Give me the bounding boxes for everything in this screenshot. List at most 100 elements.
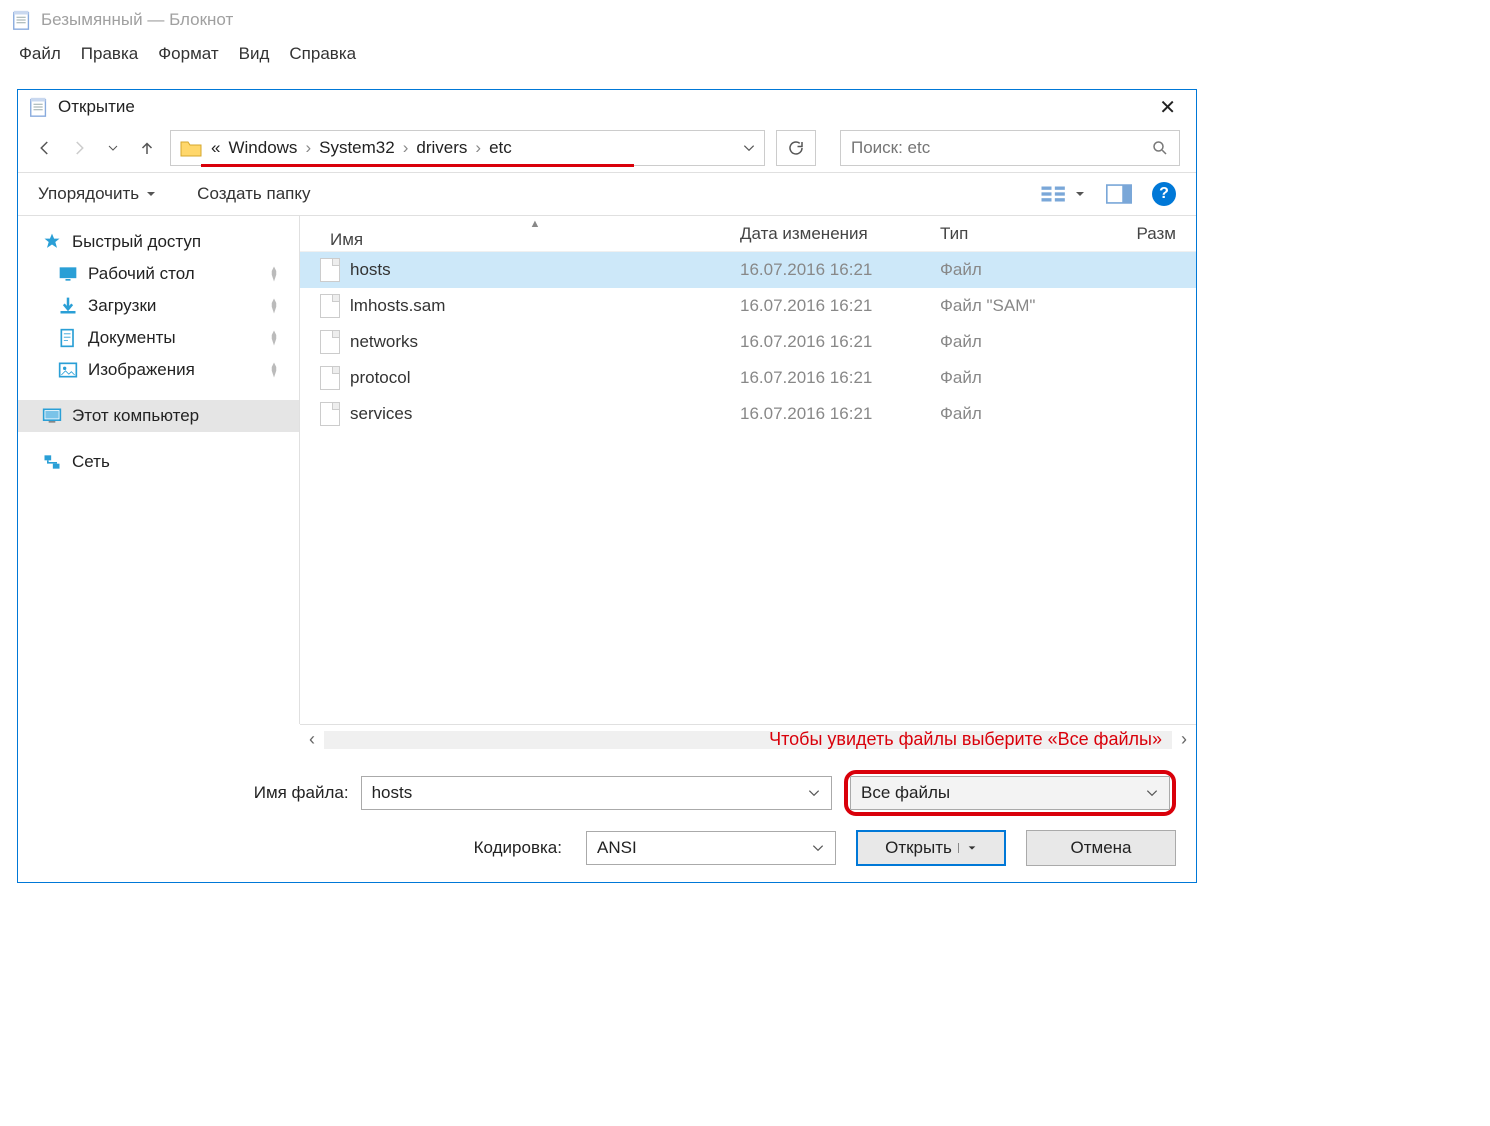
breadcrumb-part-0[interactable]: Windows — [228, 138, 297, 158]
pin-icon — [265, 297, 283, 315]
file-icon — [320, 402, 340, 426]
search-box[interactable] — [840, 130, 1180, 166]
encoding-label: Кодировка: — [474, 838, 562, 858]
notepad-window: Безымянный — Блокнот Файл Правка Формат … — [0, 0, 1200, 880]
column-date[interactable]: Дата изменения — [740, 224, 940, 244]
breadcrumb-sep: › — [403, 138, 409, 158]
breadcrumb-part-2[interactable]: drivers — [416, 138, 467, 158]
file-row[interactable]: services 16.07.2016 16:21 Файл — [300, 396, 1196, 432]
search-input[interactable] — [851, 138, 1151, 158]
filetype-combo[interactable]: Все файлы — [850, 776, 1170, 810]
sidebar: Быстрый доступ Рабочий стол Загрузки Док… — [18, 216, 300, 724]
pin-icon — [265, 329, 283, 347]
notepad-icon — [11, 9, 33, 31]
filetype-value: Все файлы — [861, 783, 950, 803]
column-type[interactable]: Тип — [940, 224, 1120, 244]
sidebar-item-documents[interactable]: Документы — [18, 322, 299, 354]
nav-up-button[interactable] — [136, 137, 158, 159]
menu-view[interactable]: Вид — [239, 44, 270, 64]
file-icon — [320, 294, 340, 318]
nav-recent-dropdown[interactable] — [102, 137, 124, 159]
breadcrumb-part-3[interactable]: etc — [489, 138, 512, 158]
sidebar-item-pictures[interactable]: Изображения — [18, 354, 299, 386]
dialog-body: Быстрый доступ Рабочий стол Загрузки Док… — [18, 216, 1196, 724]
file-row[interactable]: networks 16.07.2016 16:21 Файл — [300, 324, 1196, 360]
open-button[interactable]: Открыть — [856, 830, 1006, 866]
chevron-down-icon — [807, 786, 821, 800]
filename-value: hosts — [372, 783, 413, 803]
open-file-dialog: Открытие ✕ « Windows › System32 — [17, 89, 1197, 883]
menu-help[interactable]: Справка — [289, 44, 356, 64]
notepad-menubar: Файл Правка Формат Вид Справка — [1, 39, 1199, 69]
scroll-right-button[interactable]: › — [1172, 729, 1196, 750]
file-row[interactable]: hosts 16.07.2016 16:21 Файл — [300, 252, 1196, 288]
column-size[interactable]: Разм — [1120, 224, 1196, 244]
columns-header: ▲ Имя Дата изменения Тип Разм — [300, 216, 1196, 252]
file-list-area: ▲ Имя Дата изменения Тип Разм hosts 16.0… — [300, 216, 1196, 724]
nav-forward-button[interactable] — [68, 137, 90, 159]
menu-edit[interactable]: Правка — [81, 44, 138, 64]
pin-icon — [265, 265, 283, 283]
sidebar-item-desktop[interactable]: Рабочий стол — [18, 258, 299, 290]
horizontal-scrollbar[interactable]: ‹ Чтобы увидеть файлы выберите «Все файл… — [300, 724, 1196, 754]
pin-icon — [265, 361, 283, 379]
sidebar-network[interactable]: Сеть — [18, 446, 299, 478]
file-icon — [320, 330, 340, 354]
file-icon — [320, 258, 340, 282]
document-icon — [58, 328, 78, 348]
star-icon — [42, 232, 62, 252]
dialog-toolbar: Упорядочить Создать папку ? — [18, 172, 1196, 216]
dialog-icon — [28, 96, 50, 118]
preview-pane-button[interactable] — [1106, 184, 1132, 204]
cancel-button[interactable]: Отмена — [1026, 830, 1176, 866]
scroll-left-button[interactable]: ‹ — [300, 729, 324, 750]
split-caret-icon — [958, 843, 977, 853]
new-folder-button[interactable]: Создать папку — [197, 184, 310, 204]
folder-icon — [179, 136, 203, 160]
scroll-track[interactable]: Чтобы увидеть файлы выберите «Все файлы» — [324, 731, 1172, 749]
view-mode-button[interactable] — [1040, 184, 1086, 204]
file-icon — [320, 366, 340, 390]
breadcrumb-bar[interactable]: « Windows › System32 › drivers › etc — [170, 130, 765, 166]
annotation-underline — [201, 164, 634, 167]
organize-button[interactable]: Упорядочить — [38, 184, 157, 204]
column-name[interactable]: ▲ Имя — [300, 218, 740, 250]
breadcrumb-prefix: « — [211, 138, 220, 158]
pictures-icon — [58, 360, 78, 380]
dialog-navbar: « Windows › System32 › drivers › etc — [18, 124, 1196, 172]
breadcrumb-sep: › — [305, 138, 311, 158]
search-icon — [1151, 139, 1169, 157]
notepad-titlebar: Безымянный — Блокнот — [1, 1, 1199, 39]
breadcrumb-sep: › — [475, 138, 481, 158]
dialog-title: Открытие — [58, 97, 135, 117]
close-button[interactable]: ✕ — [1149, 91, 1186, 124]
breadcrumb: « Windows › System32 › drivers › etc — [211, 138, 512, 158]
annotation-text: Чтобы увидеть файлы выберите «Все файлы» — [769, 729, 1162, 750]
file-row[interactable]: lmhosts.sam 16.07.2016 16:21 Файл "SAM" — [300, 288, 1196, 324]
help-button[interactable]: ? — [1152, 182, 1176, 206]
sidebar-this-pc[interactable]: Этот компьютер — [18, 400, 299, 432]
breadcrumb-dropdown[interactable] — [742, 141, 756, 155]
encoding-value: ANSI — [597, 838, 637, 858]
menu-format[interactable]: Формат — [158, 44, 218, 64]
dialog-titlebar: Открытие ✕ — [18, 90, 1196, 124]
breadcrumb-part-1[interactable]: System32 — [319, 138, 395, 158]
filename-combo[interactable]: hosts — [361, 776, 832, 810]
file-row[interactable]: protocol 16.07.2016 16:21 Файл — [300, 360, 1196, 396]
network-icon — [42, 452, 62, 472]
sidebar-item-downloads[interactable]: Загрузки — [18, 290, 299, 322]
computer-icon — [42, 406, 62, 426]
nav-back-button[interactable] — [34, 137, 56, 159]
notepad-title: Безымянный — Блокнот — [41, 10, 233, 30]
desktop-icon — [58, 264, 78, 284]
chevron-down-icon — [1145, 786, 1159, 800]
annotation-highlight: Все файлы — [844, 770, 1176, 816]
menu-file[interactable]: Файл — [19, 44, 61, 64]
filename-label: Имя файла: — [38, 783, 349, 803]
download-icon — [58, 296, 78, 316]
refresh-button[interactable] — [776, 130, 816, 166]
dialog-footer: Имя файла: hosts Все файлы Кодировка: AN… — [18, 754, 1196, 896]
encoding-combo[interactable]: ANSI — [586, 831, 836, 865]
sidebar-quick-access[interactable]: Быстрый доступ — [18, 226, 299, 258]
chevron-down-icon — [811, 841, 825, 855]
